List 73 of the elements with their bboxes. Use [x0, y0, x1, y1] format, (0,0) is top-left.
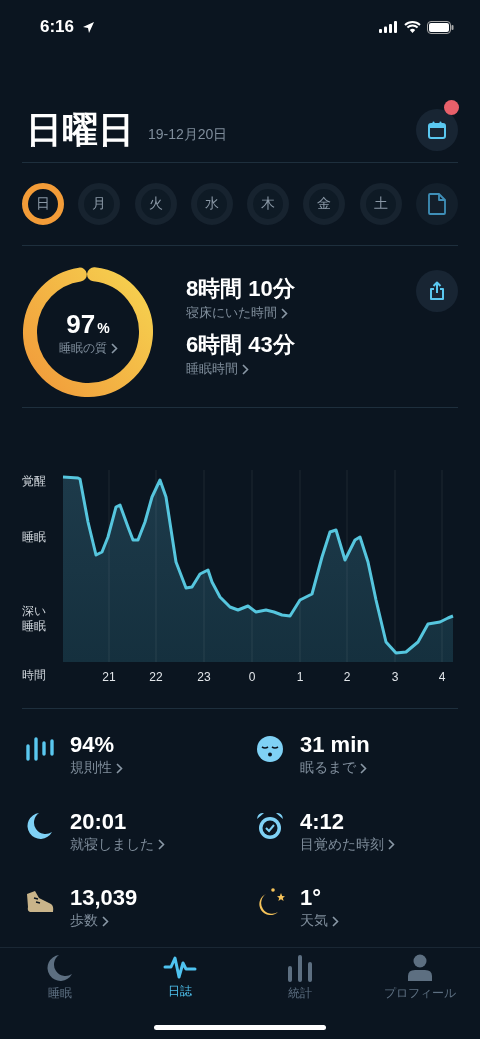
- axis-label: 23: [197, 670, 211, 684]
- stat-label: 目覚めた時刻: [300, 835, 384, 854]
- bar-chart-icon: [287, 954, 313, 982]
- chevron-icon: [158, 839, 165, 851]
- axis-label: 0: [248, 670, 256, 684]
- alarm-clock-icon: [256, 811, 284, 840]
- stat-label: 就寝しました: [70, 835, 154, 854]
- axis-label: 2: [343, 670, 351, 684]
- date-range: 19-12月20日: [148, 126, 228, 144]
- tab[interactable]: 日誌: [120, 954, 240, 1008]
- battery-icon: [427, 20, 454, 34]
- tab[interactable]: 睡眠: [0, 954, 120, 1008]
- chevron-icon: [332, 915, 339, 927]
- axis-label: 3: [391, 670, 399, 684]
- location-icon: [82, 20, 96, 34]
- stat-label: 歩数: [70, 912, 98, 931]
- axis-label: 22: [149, 670, 163, 684]
- quality-value: 97: [66, 309, 96, 340]
- axis-title: 時間: [22, 668, 46, 683]
- calendar-icon: [427, 120, 447, 140]
- document-icon: [427, 193, 446, 215]
- stat-value: 4:12: [300, 807, 346, 836]
- day-title: 日曜日: [26, 107, 134, 152]
- day-button[interactable]: 火: [134, 183, 177, 225]
- axis-label: 睡眠: [22, 530, 46, 545]
- day-button[interactable]: 木: [247, 183, 290, 225]
- share-icon: [428, 281, 446, 301]
- axis-label: 1: [296, 670, 304, 684]
- person-icon: [407, 954, 433, 982]
- stat-value: 31 min: [300, 731, 370, 759]
- day-button[interactable]: 日: [22, 183, 64, 225]
- status-time: 6:16: [40, 17, 75, 37]
- day-button[interactable]: 水: [190, 183, 233, 225]
- metric-label: 睡眠時間: [186, 360, 238, 378]
- signal-icon: [379, 21, 398, 33]
- sleepy-face-icon: [256, 735, 284, 763]
- chevron-icon: [102, 915, 109, 927]
- day-button[interactable]: 金: [303, 183, 346, 225]
- quality-unit: %: [97, 320, 110, 336]
- stat-label: 規則性: [70, 759, 112, 777]
- metric-value: 6時間 43分: [186, 331, 296, 359]
- axis-label: 覚醒: [22, 474, 46, 489]
- wave-icon: [163, 954, 197, 980]
- chevron-icon: [281, 307, 288, 319]
- moon-icon: [47, 954, 73, 982]
- tab[interactable]: 統計: [240, 954, 360, 1008]
- shoe-icon: [25, 890, 55, 915]
- moon-icon: [27, 811, 53, 840]
- wifi-icon: [404, 21, 421, 33]
- chevron-icon: [388, 839, 395, 851]
- calendar-button[interactable]: [416, 109, 458, 151]
- day-button[interactable]: 土: [359, 183, 402, 225]
- stat-value: 1°: [300, 884, 323, 913]
- stat-value: 94%: [70, 731, 116, 759]
- share-button[interactable]: [416, 270, 458, 312]
- quality-label: 睡眠の質: [58, 340, 107, 357]
- report-button[interactable]: [415, 183, 458, 225]
- metric-value: 8時間 10分: [186, 275, 296, 303]
- axis-label: 深い睡眠: [22, 604, 47, 634]
- chevron-icon: [116, 762, 123, 774]
- chevron-icon: [110, 343, 118, 354]
- stat-label: 天気: [300, 912, 328, 931]
- metric-label: 寝床にいた時間: [186, 304, 277, 322]
- day-button[interactable]: 月: [78, 183, 121, 225]
- stat-label: 眠るまで: [300, 759, 356, 777]
- stat-value: 13,039: [70, 884, 138, 913]
- chevron-icon: [242, 363, 249, 375]
- bars-icon: [25, 736, 55, 762]
- axis-label: 21: [102, 670, 116, 684]
- tab[interactable]: プロフィール: [360, 954, 480, 1008]
- stat-value: 20:01: [70, 807, 128, 836]
- axis-label: 4: [438, 670, 446, 684]
- chevron-icon: [360, 762, 367, 774]
